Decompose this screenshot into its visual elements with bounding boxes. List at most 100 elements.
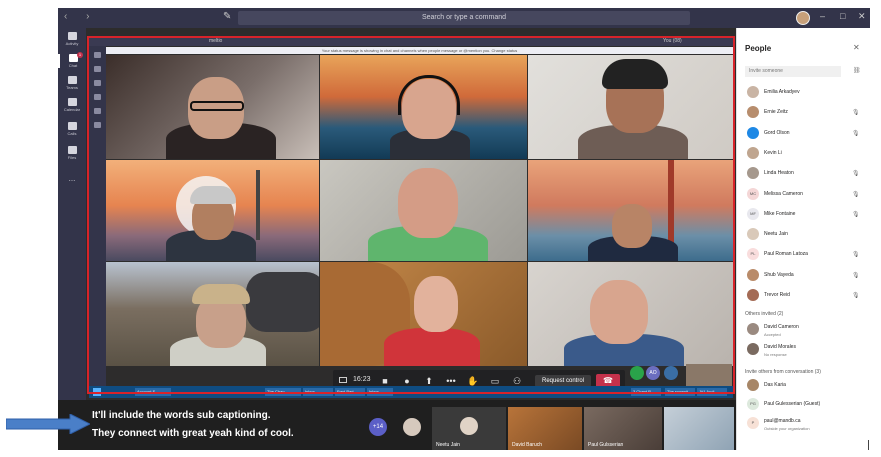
call-timer: 16:23 [353, 376, 371, 383]
participant-row[interactable]: PL Paul Roman Latoza 🎙 [745, 248, 867, 262]
participant-row[interactable]: Kevin Li [745, 146, 867, 161]
participant-row[interactable]: MF Mike Fontaine 🎙 [745, 207, 867, 222]
avatar: MF [747, 207, 759, 220]
avatar[interactable] [664, 366, 678, 380]
status-notice-banner: Your status message is showing in chat a… [106, 47, 733, 54]
mic-muted-icon: 🎙 [852, 272, 860, 279]
participant-name: Neetu Jain [436, 442, 460, 448]
participant-strip-tile[interactable]: Neetu Jain [432, 407, 506, 450]
taskbar-app[interactable]: J#1 Audi... [697, 388, 727, 396]
participant-name: David Morales [764, 344, 796, 351]
search-input[interactable]: Search or type a command [238, 11, 690, 25]
teams-titlebar: ‹ › ✎ Search or type a command – □ ✕ [58, 8, 870, 28]
participant-row[interactable]: Gord Olson 🎙 [745, 126, 867, 141]
rail-files[interactable]: Files [58, 146, 86, 160]
self-view-tile[interactable] [686, 364, 732, 386]
rail-label: Teams [66, 85, 78, 90]
more-participants-button[interactable]: +14 [369, 418, 387, 436]
participant-name: Neetu Jain [764, 231, 788, 238]
taskbar-app[interactable]: Fred Part... [335, 388, 365, 396]
video-tile[interactable] [320, 160, 527, 261]
participant-row[interactable]: Trevor Reid 🎙 [745, 289, 867, 303]
others-invited-section[interactable]: Others invited (2) [745, 311, 783, 317]
rail-more[interactable]: ... [58, 174, 86, 183]
participant-name: Gord Olson [764, 129, 790, 136]
rail-calls[interactable]: Calls [58, 122, 86, 136]
participant-row[interactable]: David Cameron Accepted [745, 323, 867, 337]
compose-icon[interactable]: ✎ [223, 11, 231, 22]
rail-calendar[interactable]: Calendar [58, 98, 86, 112]
screen: ‹ › ✎ Search or type a command – □ ✕ Act… [0, 0, 881, 457]
rail-chat[interactable]: Chat 1 [58, 52, 86, 68]
participant-strip-tile[interactable]: David Baruch [508, 407, 582, 450]
video-tile[interactable] [106, 55, 319, 159]
participant-row[interactable]: Shub Vayeda 🎙 [745, 268, 867, 283]
video-tile[interactable] [106, 262, 319, 366]
participant-name: David Cameron [764, 324, 799, 331]
share-invite-icon[interactable]: ⛓ [853, 67, 861, 74]
taskbar-app[interactable]: Inbox - ... [303, 388, 333, 396]
rail-label: Files [67, 155, 77, 160]
mic-muted-icon: 🎙 [852, 130, 860, 137]
chat-icon[interactable] [94, 66, 101, 72]
phone-icon[interactable] [94, 108, 101, 114]
taskbar-app[interactable]: Account E... [135, 388, 171, 396]
avatar: PL [747, 248, 759, 261]
bell-icon [67, 32, 77, 40]
overflow-badge[interactable]: AO [646, 366, 660, 380]
participant-row[interactable]: Linda Heaton 🎙 [745, 167, 867, 181]
video-tile[interactable] [528, 55, 733, 159]
rail-teams[interactable]: Teams [58, 76, 86, 90]
participant-row[interactable]: Emilia Arkadyev [745, 86, 867, 100]
invite-from-conversation-section[interactable]: Invite others from conversation (3) [745, 369, 821, 375]
participant-body [384, 328, 480, 366]
participant-name: Linda Heaton [764, 170, 794, 177]
back-forward-icons[interactable]: ‹ › [64, 11, 97, 22]
participant-row[interactable]: PG Paul Gulesserian (Guest) [745, 398, 867, 412]
close-icon[interactable]: ✕ [858, 11, 866, 22]
participant-row[interactable]: MC Melissa Cameron 🎙 [745, 187, 867, 202]
participant-strip-tile[interactable] [664, 407, 734, 450]
taskbar-app[interactable]: 3 Chant R... [631, 388, 661, 396]
participant-row[interactable]: David Morales No response [745, 343, 867, 357]
close-icon[interactable]: ✕ [853, 43, 860, 52]
participant-strip-tile[interactable]: Paul Gulsserian [584, 407, 662, 450]
cap [192, 284, 250, 304]
video-tile[interactable] [320, 262, 527, 366]
participant-face [414, 276, 458, 332]
participant-name: Trevor Reid [764, 292, 790, 298]
taskbar-app[interactable]: The summit... [665, 388, 695, 396]
avatar[interactable] [630, 366, 644, 380]
maximize-icon[interactable]: □ [840, 11, 845, 21]
chat-badge: 1 [77, 52, 83, 58]
panel-title: People [745, 44, 772, 53]
video-tile[interactable] [320, 55, 527, 159]
avatar [747, 289, 759, 301]
participant-row[interactable]: Ernie Zeitz 🎙 [745, 106, 867, 120]
participant-row[interactable]: Neetu Jain [745, 228, 867, 242]
bell-icon[interactable] [94, 52, 101, 58]
teams-icon[interactable] [94, 80, 101, 86]
participant-name: Shub Vayeda [764, 271, 794, 278]
participant-name: paul@mandb.ca [764, 418, 801, 425]
video-tile[interactable] [106, 160, 319, 261]
caption-line: They connect with great yeah kind of coo… [92, 428, 294, 439]
minimize-icon[interactable]: – [820, 11, 825, 21]
file-icon[interactable] [94, 122, 101, 128]
invite-someone-input[interactable]: Invite someone [745, 66, 841, 77]
avatar[interactable] [796, 11, 810, 25]
taskbar-app[interactable]: The Chan... [265, 388, 301, 396]
taskbar-app[interactable]: Inbox [367, 388, 393, 396]
rail-activity[interactable]: Activity [58, 32, 86, 46]
caption-line: It'll include the words sub captioning. [92, 410, 271, 421]
windows-start-icon[interactable] [93, 388, 101, 396]
video-tile[interactable] [528, 160, 733, 261]
participant-name: Paul Roman Latoza [764, 251, 808, 258]
participant-row[interactable]: Das Karia [745, 379, 867, 393]
scrollbar[interactable] [868, 440, 869, 450]
calendar-icon[interactable] [94, 94, 101, 100]
participant-row[interactable]: Ppaul@mandb.ca Outside your organization [745, 417, 867, 431]
video-tile[interactable] [528, 262, 733, 366]
avatar[interactable] [403, 418, 421, 436]
rail-label: Chat [68, 63, 78, 68]
